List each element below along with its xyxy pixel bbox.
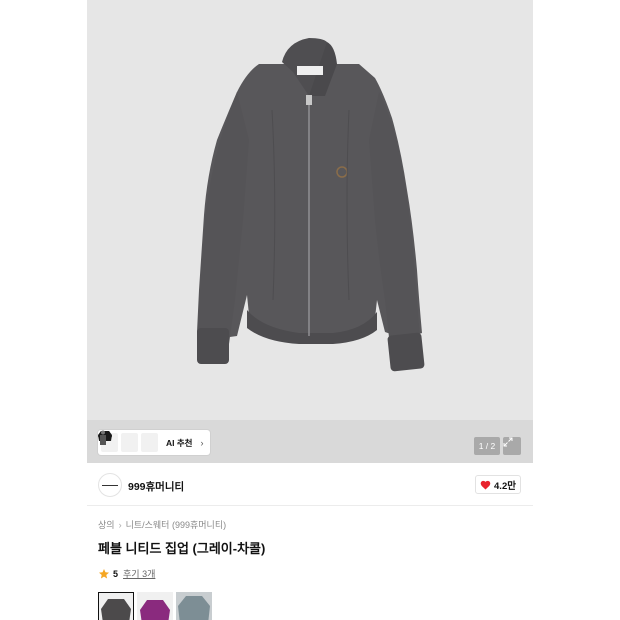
brand-logo[interactable] xyxy=(98,473,122,497)
swatch-blue-gray[interactable] xyxy=(176,592,212,620)
chevron-right-icon: › xyxy=(200,437,204,448)
product-title: 페블 니티드 집업 (그레이-차콜) xyxy=(98,541,266,556)
ai-thumbnail-black-cardigan[interactable] xyxy=(98,431,138,452)
brand-name[interactable]: 999휴머니티 xyxy=(128,479,184,494)
brand-row[interactable]: 999휴머니티 4.2만 xyxy=(87,463,533,506)
reviews-link[interactable]: 후기 3개 xyxy=(123,567,155,580)
product-page: AI 추천 › 1 / 2 999휴머니티 4.2만 상의 › 니트/스웨터 (… xyxy=(87,0,533,620)
color-swatches xyxy=(98,592,212,620)
star-icon xyxy=(99,568,109,578)
breadcrumb-item-category[interactable]: 상의 xyxy=(98,518,115,531)
sweater-photo xyxy=(197,38,425,372)
rating-score: 5 xyxy=(113,568,119,579)
swatch-gray-charcoal[interactable] xyxy=(98,592,134,620)
breadcrumb-item-subcategory[interactable]: 니트/스웨터 (999휴머니티) xyxy=(126,518,227,531)
image-pager: 1 / 2 xyxy=(474,437,500,455)
ai-recommend-chip[interactable]: AI 추천 › xyxy=(98,430,210,455)
heart-icon xyxy=(480,480,491,490)
rating-row: 5 후기 3개 xyxy=(98,567,155,580)
product-image-gallery[interactable]: AI 추천 › 1 / 2 xyxy=(87,0,533,463)
ai-recommend-label: AI 추천 xyxy=(166,437,193,448)
chevron-right-icon: › xyxy=(118,519,122,530)
ai-thumbnail-gray-jacket[interactable] xyxy=(100,430,158,452)
breadcrumb: 상의 › 니트/스웨터 (999휴머니티) xyxy=(98,518,226,531)
swatch-purple[interactable] xyxy=(137,592,173,620)
like-count: 4.2만 xyxy=(494,480,516,492)
expand-icon[interactable] xyxy=(503,437,521,455)
like-button[interactable]: 4.2만 xyxy=(475,475,521,494)
